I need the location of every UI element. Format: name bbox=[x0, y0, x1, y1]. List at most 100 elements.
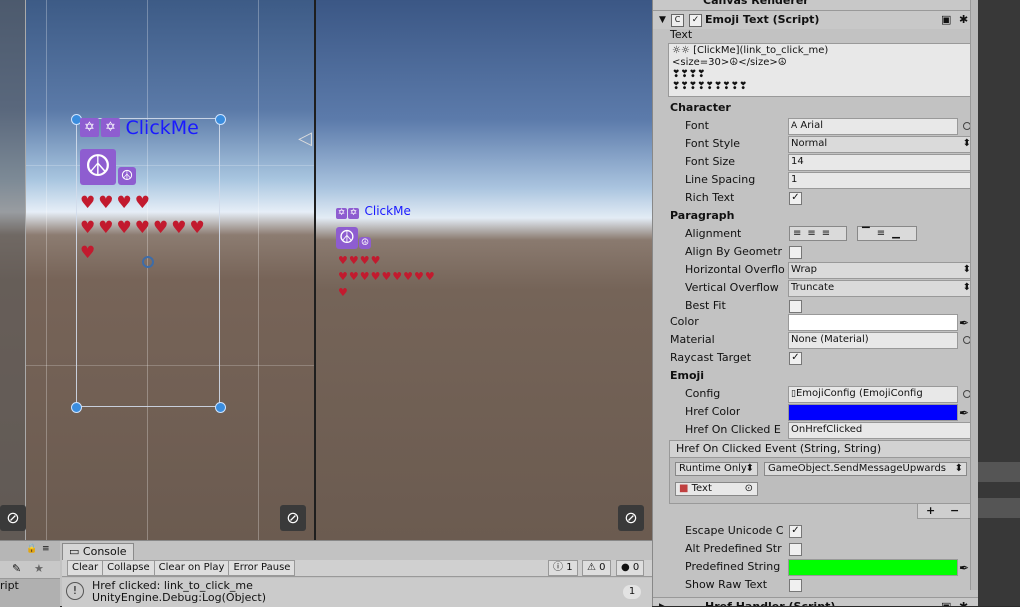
error-pause-button[interactable]: Error Pause bbox=[228, 560, 296, 576]
star-emoji: ✡ bbox=[336, 208, 347, 219]
info-icon: ! bbox=[66, 582, 84, 600]
info-filter-button[interactable]: ⓘ 1 bbox=[548, 560, 578, 576]
eyedropper-icon[interactable]: ✒ bbox=[959, 314, 969, 332]
escape-unicode-checkbox[interactable]: ✓ bbox=[789, 525, 802, 538]
raycast-label: Raycast Target bbox=[670, 351, 752, 364]
star-emoji: ✡ bbox=[348, 208, 359, 219]
config-value: EmojiConfig (EmojiConfig bbox=[795, 388, 923, 399]
dropdown-arrow-icon: ⬍ bbox=[954, 463, 963, 474]
href-clicked-label: Href On Clicked E bbox=[685, 423, 781, 436]
align-geometry-checkbox[interactable] bbox=[789, 246, 802, 259]
color-label: Color bbox=[670, 315, 699, 328]
href-color-label: Href Color bbox=[685, 405, 741, 418]
scene-gizmo-icon[interactable]: ⊘ bbox=[0, 505, 26, 531]
inspector-scrollbar[interactable] bbox=[970, 0, 978, 590]
alignment-row: Alignment ≡≡≡ ▔≡▁ bbox=[653, 225, 978, 243]
href-clicked-input[interactable]: OnHrefClicked bbox=[788, 422, 976, 439]
game-view[interactable]: ✡ ✡ ClickMe ☮ ☮ ♥♥♥♥ ♥♥♥♥♥♥♥♥♥ ♥ ⊘ bbox=[316, 0, 652, 540]
error-filter-button[interactable]: ● 0 bbox=[616, 560, 645, 576]
gear-icon[interactable]: ✱ bbox=[959, 598, 968, 606]
game-gizmo-icon[interactable]: ⊘ bbox=[618, 505, 644, 531]
right-panel-row[interactable] bbox=[978, 498, 1020, 518]
info-count: 1 bbox=[566, 562, 573, 573]
click-me-link[interactable]: ClickMe bbox=[365, 204, 411, 218]
material-field[interactable]: None (Material) bbox=[788, 332, 958, 349]
emoji-header: Emoji bbox=[670, 369, 705, 382]
log-entry[interactable]: ! Href clicked: link_to_click_me UnityEn… bbox=[62, 578, 652, 607]
material-row: Material None (Material) bbox=[653, 331, 978, 349]
config-row: Config ▯EmojiConfig (EmojiConfig bbox=[653, 385, 978, 403]
vertical-overflow-dropdown[interactable]: Truncate ⬍ bbox=[788, 280, 976, 297]
alt-predefined-row: Alt Predefined Str bbox=[653, 540, 978, 558]
href-clicked-row: Href On Clicked E OnHrefClicked bbox=[653, 421, 978, 439]
clear-on-play-button[interactable]: Clear on Play bbox=[153, 560, 230, 576]
game-link-row: ✡ ✡ ClickMe bbox=[336, 205, 411, 219]
alt-predefined-checkbox[interactable] bbox=[789, 543, 802, 556]
grid-line bbox=[46, 0, 47, 540]
inspector-panel: Canvas Renderer ▼ C ✓ Emoji Text (Script… bbox=[652, 0, 978, 606]
star-emoji: ✡ bbox=[80, 118, 99, 137]
font-size-input[interactable]: 14 bbox=[788, 154, 976, 171]
collapse-button[interactable]: Collapse bbox=[102, 560, 155, 576]
project-item-label[interactable]: ript bbox=[0, 579, 19, 592]
object-picker-icon[interactable]: ⊙ bbox=[745, 483, 753, 495]
best-fit-checkbox[interactable] bbox=[789, 300, 802, 313]
menu-icon[interactable]: ≡ bbox=[42, 544, 50, 554]
scene-gizmo-icon[interactable]: ⊘ bbox=[280, 505, 306, 531]
font-asset-icon: A bbox=[791, 121, 798, 131]
href-handler-title: Href Handler (Script) bbox=[705, 598, 835, 606]
pivot-handle[interactable] bbox=[142, 256, 154, 268]
eyedropper-icon[interactable]: ✒ bbox=[959, 404, 969, 422]
horizontal-overflow-dropdown[interactable]: Wrap ⬍ bbox=[788, 262, 976, 279]
console-left-toolbar: 🔒 ≡ bbox=[0, 541, 60, 561]
runtime-dropdown[interactable]: Runtime Only ⬍ bbox=[675, 462, 758, 476]
href-color-swatch[interactable] bbox=[788, 404, 958, 421]
warning-filter-button[interactable]: ⚠ 0 bbox=[582, 560, 611, 576]
canvas-renderer-header[interactable]: Canvas Renderer bbox=[653, 0, 978, 10]
font-style-value: Normal bbox=[791, 138, 828, 149]
predefined-string-label: Predefined String bbox=[685, 560, 781, 573]
text-area[interactable]: ☼☼ [ClickMe](link_to_click_me) <size=30>… bbox=[668, 43, 972, 97]
scene-heart-row-1: ♥♥♥♥ bbox=[80, 193, 153, 213]
click-me-link[interactable]: ClickMe bbox=[126, 117, 199, 139]
target-object-field[interactable]: ■ Text ⊙ bbox=[675, 482, 758, 496]
raycast-checkbox[interactable]: ✓ bbox=[789, 352, 802, 365]
font-size-label: Font Size bbox=[685, 155, 736, 168]
horizontal-alignment-group[interactable]: ≡≡≡ bbox=[789, 226, 847, 241]
tag-icon[interactable]: ✎ bbox=[12, 562, 21, 575]
help-icon[interactable]: ▣ bbox=[941, 598, 951, 606]
event-body: Runtime Only ⬍ GameObject.SendMessageUpwa… bbox=[669, 458, 972, 504]
rich-text-checkbox[interactable]: ✓ bbox=[789, 192, 802, 205]
vertical-overflow-row: Vertical Overflow Truncate ⬍ bbox=[653, 279, 978, 297]
href-handler-header[interactable]: ▶ Href Handler (Script) ▣ ✱ bbox=[653, 597, 978, 606]
font-style-dropdown[interactable]: Normal ⬍ bbox=[788, 136, 976, 153]
show-raw-checkbox[interactable] bbox=[789, 579, 802, 592]
project-toolbar: ✎ ★ bbox=[0, 561, 60, 579]
right-panel-row[interactable] bbox=[978, 462, 1020, 482]
config-field[interactable]: ▯EmojiConfig (EmojiConfig bbox=[788, 386, 958, 403]
event-add-remove: + − bbox=[917, 504, 972, 519]
scene-view[interactable]: ✡ ✡ ClickMe ☮ ☮ ♥♥♥♥ ♥♥♥♥♥♥♥ ♥ ◁ ⊘ ⊘ bbox=[0, 0, 314, 540]
add-listener-button[interactable]: + bbox=[926, 504, 935, 517]
rect-handle-bottom-right[interactable] bbox=[215, 402, 226, 413]
font-field[interactable]: A Arial bbox=[788, 118, 958, 135]
text-line-2: <size=30>☮</size>☮ bbox=[672, 57, 787, 68]
star-filter-icon[interactable]: ★ bbox=[34, 562, 44, 575]
escape-unicode-label: Escape Unicode C bbox=[685, 524, 784, 537]
eyedropper-icon[interactable]: ✒ bbox=[959, 559, 969, 577]
color-swatch[interactable] bbox=[788, 314, 958, 331]
show-raw-row: Show Raw Text bbox=[653, 576, 978, 594]
lock-icon[interactable]: 🔒 bbox=[26, 544, 37, 554]
console-tab[interactable]: ▭ Console bbox=[62, 543, 134, 560]
rect-handle-bottom-left[interactable] bbox=[71, 402, 82, 413]
foldout-arrow-icon[interactable]: ▶ bbox=[659, 598, 666, 606]
line-spacing-label: Line Spacing bbox=[685, 173, 756, 186]
vertical-alignment-group[interactable]: ▔≡▁ bbox=[857, 226, 917, 241]
line-spacing-input[interactable]: 1 bbox=[788, 172, 976, 189]
predefined-color-swatch[interactable] bbox=[788, 559, 958, 576]
clear-button[interactable]: Clear bbox=[67, 560, 104, 576]
font-row: Font A Arial bbox=[653, 117, 978, 135]
rect-handle-top-right[interactable] bbox=[215, 114, 226, 125]
remove-listener-button[interactable]: − bbox=[950, 504, 959, 517]
function-dropdown[interactable]: GameObject.SendMessageUpwards ⬍ bbox=[764, 462, 967, 476]
